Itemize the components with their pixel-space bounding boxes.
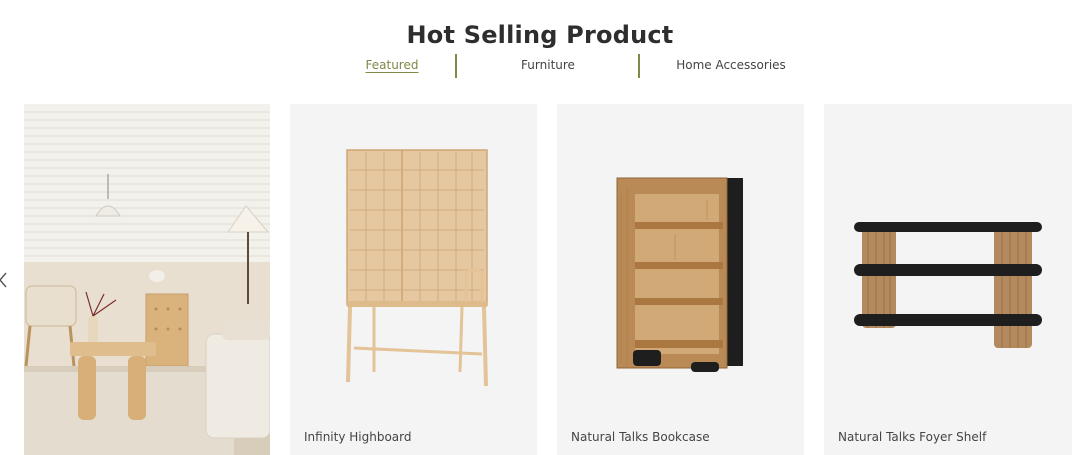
lifestyle-banner-image[interactable] [24,104,270,455]
carousel-prev-button[interactable] [0,268,17,292]
tab-divider [455,54,457,78]
living-room-photo [24,104,270,455]
tab-divider [638,54,640,78]
section-title: Hot Selling Product [406,21,674,50]
product-card[interactable]: Natural Talks Foyer Shelf [824,104,1072,455]
category-tabs: Featured Furniture Home Accessories [0,52,1080,80]
product-image-bookcase [616,177,743,372]
tab-furniture[interactable]: Furniture [521,58,575,72]
tab-featured[interactable]: Featured [366,58,419,72]
product-name[interactable]: Natural Talks Bookcase [571,430,710,444]
product-name[interactable]: Infinity Highboard [304,430,412,444]
chevron-left-icon [0,272,7,288]
product-image-highboard [346,149,488,387]
product-card[interactable]: Natural Talks Bookcase [557,104,804,455]
product-name[interactable]: Natural Talks Foyer Shelf [838,430,986,444]
product-card[interactable]: Infinity Highboard [290,104,537,455]
product-image-foyer-shelf [854,222,1042,348]
tab-home-accessories[interactable]: Home Accessories [676,58,786,72]
